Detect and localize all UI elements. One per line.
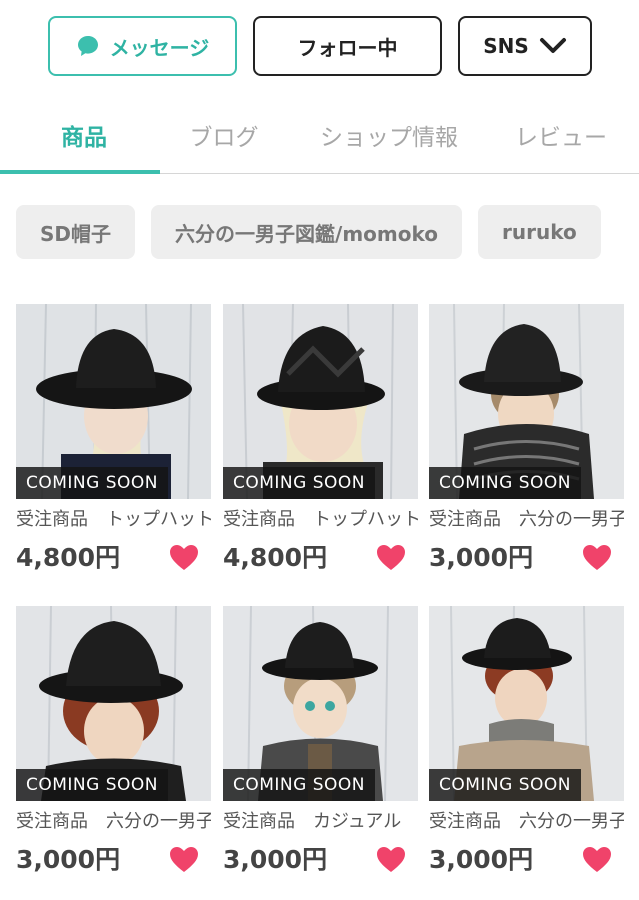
heart-icon[interactable]	[582, 544, 612, 575]
product-price: 3,000円	[429, 543, 534, 572]
speech-bubble-icon	[76, 34, 100, 58]
heart-icon[interactable]	[376, 544, 406, 575]
product-image[interactable]: COMING SOON	[16, 606, 211, 801]
shop-tabs: 商品 ブログ ショップ情報 レビュー	[0, 96, 639, 174]
heart-icon[interactable]	[169, 846, 199, 877]
category-chips: SD帽子 六分の一男子図鑑/momoko ruruko	[16, 205, 601, 259]
sns-dropdown-button[interactable]: SNS	[458, 16, 592, 76]
product-price: 4,800円	[16, 543, 121, 572]
product-card[interactable]: COMING SOON 受注商品 カジュアル 3,000円	[223, 606, 418, 877]
product-price: 3,000円	[16, 845, 121, 874]
product-card[interactable]: COMING SOON 受注商品 六分の一男子 3,000円	[429, 304, 624, 575]
product-image[interactable]: COMING SOON	[429, 304, 624, 499]
product-card[interactable]: COMING SOON 受注商品 トップハット 4,800円	[223, 304, 418, 575]
product-image[interactable]: COMING SOON	[16, 304, 211, 499]
product-title[interactable]: 受注商品 六分の一男子	[429, 507, 624, 533]
message-button[interactable]: メッセージ	[48, 16, 237, 76]
product-card[interactable]: COMING SOON 受注商品 六分の一男子 3,000円	[429, 606, 624, 877]
tab-products[interactable]: 商品	[0, 96, 168, 174]
active-tab-indicator	[0, 170, 160, 174]
sns-button-label: SNS	[483, 34, 529, 58]
coming-soon-badge: COMING SOON	[223, 467, 375, 499]
follow-button-label: フォロー中	[297, 35, 398, 60]
product-title[interactable]: 受注商品 トップハット	[223, 507, 418, 533]
follow-button[interactable]: フォロー中	[253, 16, 442, 76]
message-button-label: メッセージ	[109, 35, 210, 60]
chip-rokubun-momoko[interactable]: 六分の一男子図鑑/momoko	[151, 205, 462, 259]
heart-icon[interactable]	[376, 846, 406, 877]
product-image[interactable]: COMING SOON	[223, 606, 418, 801]
product-price: 3,000円	[223, 845, 328, 874]
chip-ruruko[interactable]: ruruko	[477, 205, 601, 259]
tab-reviews[interactable]: レビュー	[500, 96, 622, 174]
product-title[interactable]: 受注商品 トップハット	[16, 507, 211, 533]
coming-soon-badge: COMING SOON	[429, 467, 581, 499]
chevron-down-icon	[539, 37, 567, 55]
product-title[interactable]: 受注商品 六分の一男子	[429, 809, 624, 835]
coming-soon-badge: COMING SOON	[16, 467, 168, 499]
product-image[interactable]: COMING SOON	[429, 606, 624, 801]
coming-soon-badge: COMING SOON	[16, 769, 168, 801]
product-image[interactable]: COMING SOON	[223, 304, 418, 499]
product-card[interactable]: COMING SOON 受注商品 トップハット 4,800円	[16, 304, 211, 575]
heart-icon[interactable]	[582, 846, 612, 877]
product-price: 3,000円	[429, 845, 534, 874]
product-title[interactable]: 受注商品 六分の一男子	[16, 809, 211, 835]
coming-soon-badge: COMING SOON	[429, 769, 581, 801]
product-card[interactable]: COMING SOON 受注商品 六分の一男子 3,000円	[16, 606, 211, 877]
tab-shop-info[interactable]: ショップ情報	[300, 96, 478, 174]
chip-sd-hat[interactable]: SD帽子	[16, 205, 136, 259]
tab-blog[interactable]: ブログ	[168, 96, 280, 174]
shop-actions: メッセージ フォロー中 SNS	[48, 16, 592, 76]
product-price: 4,800円	[223, 543, 328, 572]
product-title[interactable]: 受注商品 カジュアル	[223, 809, 418, 835]
coming-soon-badge: COMING SOON	[223, 769, 375, 801]
heart-icon[interactable]	[169, 544, 199, 575]
